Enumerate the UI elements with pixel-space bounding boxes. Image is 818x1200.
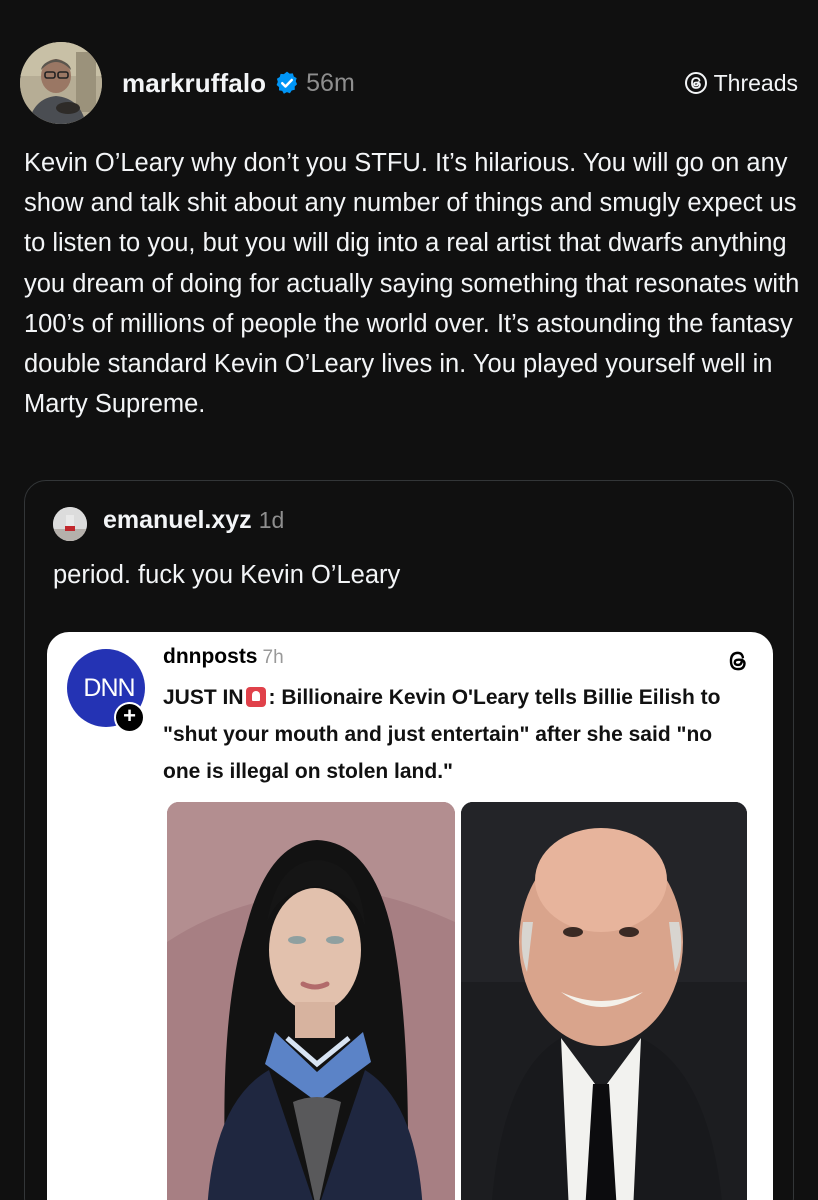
threads-logo-icon [684,72,707,94]
author-avatar-photo [20,42,102,124]
author-avatar[interactable] [20,42,102,124]
dnn-avatar-text: DNN [83,673,135,702]
embedded-timestamp: 7h [262,647,284,668]
threads-app-link[interactable]: Threads [684,64,798,102]
plus-icon: + [114,702,145,733]
author-row: markruffalo 56m [122,64,355,102]
verified-badge-icon [276,71,298,94]
author-username[interactable]: markruffalo [122,68,266,99]
post-timestamp: 56m [306,68,355,97]
quoted-post-card[interactable]: emanuel.xyz 1d period. fuck you Kevin O’… [24,480,794,1200]
kevin-oleary-photo-art [461,802,747,1200]
siren-emoji-icon [245,687,266,707]
kevin-oleary-photo [461,802,747,1200]
quoted-avatar-photo [53,507,87,541]
post-text: Kevin O’Leary why don’t you STFU. It’s h… [24,149,800,419]
quoted-author-username[interactable]: emanuel.xyz [103,506,252,535]
quoted-post-text: period. fuck you Kevin O’Leary [53,561,401,589]
embedded-text-prefix: JUST IN [163,686,244,709]
embedded-post-text: JUST IN: Billionaire Kevin O'Leary tells… [163,679,753,790]
threads-label: Threads [713,69,798,96]
embedded-post-image[interactable]: DNN + dnnposts 7h JUST IN: Billionaire K… [47,632,773,1200]
quoted-author-avatar[interactable] [53,507,87,541]
quoted-author-row: emanuel.xyz 1d [103,506,284,535]
embedded-author-row: dnnposts 7h [163,645,284,669]
embedded-author-username: dnnposts [163,645,258,668]
post-header: markruffalo 56m Threads [20,42,798,126]
billie-eilish-photo-art [167,802,455,1200]
quoted-timestamp: 1d [258,507,285,533]
billie-eilish-photo [167,802,455,1200]
threads-logo-icon [729,651,746,671]
